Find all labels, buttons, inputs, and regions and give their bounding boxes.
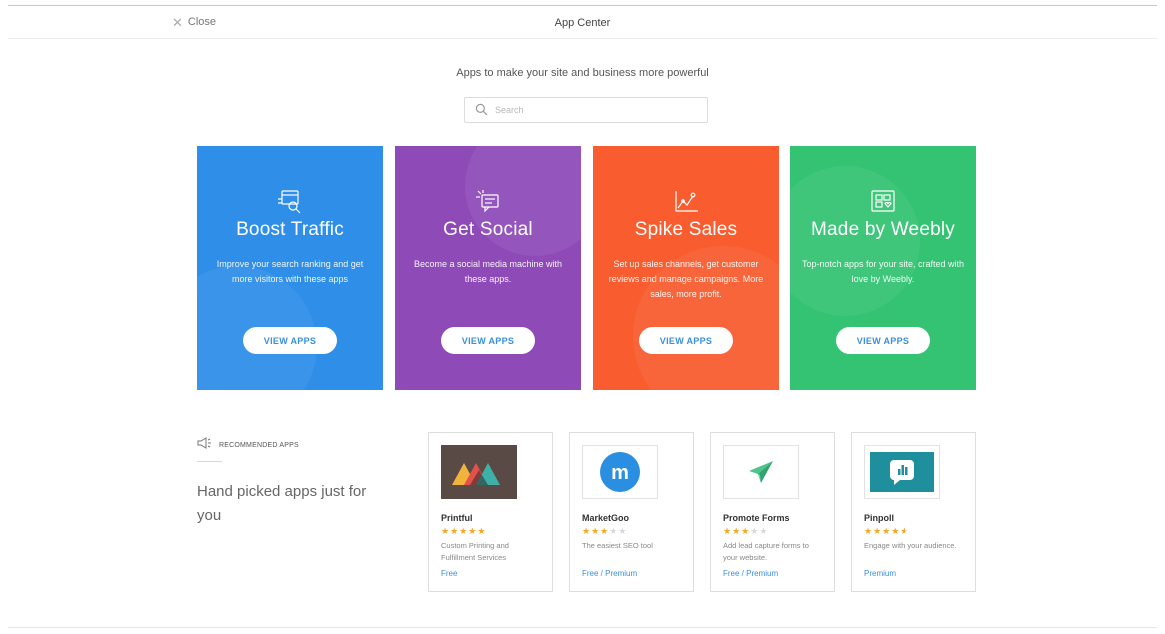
star-icon: ★: [741, 526, 751, 536]
star-empty-icon: ★: [759, 526, 769, 536]
star-icon: ★: [873, 526, 883, 536]
category-description: Set up sales channels, get customer revi…: [608, 259, 764, 299]
megaphone-icon: [197, 436, 212, 454]
seo-search-icon: [197, 189, 383, 215]
category-title: Get Social: [443, 219, 533, 240]
app-description: Add lead capture forms to your website.: [723, 541, 809, 562]
star-icon: ★: [882, 526, 892, 536]
rating-stars: ★ ★ ★ ★ ★: [441, 526, 486, 537]
sales-chart-icon: [593, 189, 779, 215]
category-title: Spike Sales: [634, 219, 738, 240]
star-empty-icon: ★: [618, 526, 628, 536]
category-title: Made by Weebly: [811, 219, 955, 240]
category-card-get-social[interactable]: Get Social Become a social media machine…: [395, 146, 581, 390]
star-half-icon: ★★: [900, 526, 910, 536]
bottom-divider: [8, 627, 1157, 628]
app-name: Printful: [441, 513, 473, 523]
star-icon: ★: [459, 526, 469, 536]
star-empty-icon: ★: [609, 526, 619, 536]
app-price: Free / Premium: [723, 569, 779, 578]
recommended-tagline: Hand picked apps just for you: [197, 483, 367, 524]
app-price: Free / Premium: [582, 569, 638, 578]
category-card-boost-traffic[interactable]: Boost Traffic Improve your search rankin…: [197, 146, 383, 390]
view-apps-button[interactable]: VIEW APPS: [441, 327, 535, 354]
marketgoo-logo: m: [582, 445, 658, 499]
weebly-apps-icon: [790, 189, 976, 215]
app-card-promote-forms[interactable]: Promote Forms ★ ★ ★ ★ ★ Add lead capture for…: [710, 432, 835, 592]
app-description: The easiest SEO tool: [582, 541, 653, 550]
rating-stars: ★ ★ ★ ★ ★: [582, 526, 627, 537]
star-icon: ★: [600, 526, 610, 536]
rating-stars: ★★★★★★: [864, 526, 909, 537]
search-input[interactable]: [495, 105, 685, 115]
category-description: Improve your search ranking and get more…: [216, 259, 364, 284]
app-description: Custom Printing and Fulfillment Services: [441, 541, 509, 562]
category-description: Top-notch apps for your site, crafted wi…: [801, 259, 965, 284]
search-icon: [475, 103, 489, 117]
app-name: Pinpoll: [864, 513, 894, 523]
top-bar: ✕ Close App Center: [8, 6, 1157, 39]
chat-bubble-icon: [395, 189, 581, 215]
svg-text:m: m: [611, 462, 629, 484]
star-icon: ★: [450, 526, 460, 536]
pinpoll-logo: [864, 445, 940, 499]
app-card-printful[interactable]: Printful ★ ★ ★ ★ ★ Custom Printing and Fulfi…: [428, 432, 553, 592]
star-icon: ★: [468, 526, 478, 536]
category-card-spike-sales[interactable]: Spike Sales Set up sales channels, get c…: [593, 146, 779, 390]
star-icon: ★: [864, 526, 874, 536]
intro-subtitle: Apps to make your site and business more…: [456, 67, 709, 79]
page-title: App Center: [554, 17, 611, 29]
star-icon: ★: [723, 526, 733, 536]
category-title: Boost Traffic: [236, 219, 344, 240]
app-card-pinpoll[interactable]: Pinpoll ★★★★★★ Engage with your audience…: [851, 432, 976, 592]
recommended-divider: [197, 461, 222, 462]
star-icon: ★: [477, 526, 487, 536]
view-apps-button[interactable]: VIEW APPS: [639, 327, 733, 354]
search-box[interactable]: [464, 97, 708, 123]
recommended-header: RECOMMENDED APPS: [197, 436, 299, 454]
category-description: Become a social media machine with these…: [413, 259, 563, 284]
printful-logo: [441, 445, 517, 499]
app-price: Premium: [864, 569, 897, 578]
star-empty-icon: ★: [750, 526, 760, 536]
star-icon: ★: [591, 526, 601, 536]
app-card-marketgoo[interactable]: m MarketGoo ★ ★ ★ ★ ★ The easiest SEO tool F…: [569, 432, 694, 592]
app-description: Engage with your audience.: [864, 541, 957, 550]
rating-stars: ★ ★ ★ ★ ★: [723, 526, 768, 537]
app-name: MarketGoo: [582, 513, 630, 523]
category-card-made-by-weebly[interactable]: Made by Weebly Top-notch apps for your s…: [790, 146, 976, 390]
star-icon: ★: [441, 526, 451, 536]
view-apps-button[interactable]: VIEW APPS: [836, 327, 930, 354]
app-name: Promote Forms: [723, 513, 790, 523]
recommended-label: RECOMMENDED APPS: [219, 441, 299, 449]
star-icon: ★: [582, 526, 592, 536]
app-price: Free: [441, 569, 458, 578]
paper-plane-logo: [723, 445, 799, 499]
star-icon: ★: [891, 526, 901, 536]
view-apps-button[interactable]: VIEW APPS: [243, 327, 337, 354]
star-icon: ★: [732, 526, 742, 536]
